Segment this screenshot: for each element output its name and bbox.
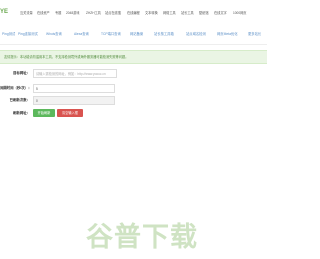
tab-more[interactable]: 更多站长 xyxy=(248,32,261,36)
top-navigation: YE 互关流量 在线资产 专题 2048游戏 ZHZH工具 站点在线搜 在线编程… xyxy=(0,0,267,24)
nav-link-11[interactable]: 壁纸馆 xyxy=(199,11,209,15)
tab-ping-connect[interactable]: Ping连接测试 xyxy=(18,32,38,36)
clear-input-button[interactable]: 清空输入框 xyxy=(57,109,83,117)
nav-link-3[interactable]: 专题 xyxy=(55,11,61,15)
interval-input[interactable] xyxy=(33,84,115,93)
tab-alexa[interactable]: Alexa查询 xyxy=(74,32,89,36)
nav-link-6[interactable]: 站点在线搜 xyxy=(105,11,121,15)
nav-link-4[interactable]: 2048游戏 xyxy=(66,11,79,15)
nav-link-12[interactable]: 在线文字 xyxy=(214,11,227,15)
nav-link-9[interactable]: 网络工具 xyxy=(163,11,176,15)
site-logo[interactable]: YE xyxy=(0,9,8,15)
nav-link-10[interactable]: 站长工具 xyxy=(181,11,194,15)
tab-domain-check[interactable]: 站点域名检测 xyxy=(186,32,206,36)
action-label: 刷新网址： xyxy=(13,111,30,115)
nav-link-7[interactable]: 在线编程 xyxy=(127,11,140,15)
watermark-text: 谷普下载 xyxy=(86,222,198,252)
url-input[interactable] xyxy=(33,69,117,78)
url-label: 目标网址： xyxy=(13,71,30,75)
watermark: 谷普下载 xyxy=(86,222,256,256)
nav-link-1[interactable]: 互关流量 xyxy=(20,11,33,15)
tab-tcp-port[interactable]: TCP端口查询 xyxy=(101,32,121,36)
count-label: 已刷新次数： xyxy=(9,98,30,102)
page: YE 互关流量 在线资产 专题 2048游戏 ZHZH工具 站点在线搜 在线编程… xyxy=(0,0,267,259)
nav-link-13[interactable]: 1000网页 xyxy=(233,11,246,15)
notice-banner: 友情提示：本功能请勿滥用本工具，不支持检测境外或海外服务器可能检测失败等问题。 xyxy=(0,50,267,64)
tab-beian[interactable]: 网站备案 xyxy=(130,32,143,36)
interval-label: 间隔时间（秒/次）： xyxy=(0,86,32,90)
nav-link-5[interactable]: ZHZH工具 xyxy=(86,11,101,15)
count-field xyxy=(33,96,115,105)
notice-text: 友情提示：本功能请勿滥用本工具，不支持检测境外或海外服务器可能检测失败等问题。 xyxy=(4,55,129,59)
tab-meta[interactable]: 网页Meta优化 xyxy=(217,32,238,36)
nav-link-2[interactable]: 在线资产 xyxy=(37,11,50,15)
tool-tabs: Ping测试 Ping连接测试 Whois查询 Alexa查询 TCP端口查询 … xyxy=(0,25,267,45)
tab-ping[interactable]: Ping测试 xyxy=(2,32,15,36)
tab-webmaster-tools[interactable]: 站长核工具箱 xyxy=(154,32,174,36)
tab-whois[interactable]: Whois查询 xyxy=(46,32,62,36)
start-refresh-button[interactable]: 开始刷新 xyxy=(33,109,55,117)
nav-link-8[interactable]: 文本转换 xyxy=(145,11,158,15)
